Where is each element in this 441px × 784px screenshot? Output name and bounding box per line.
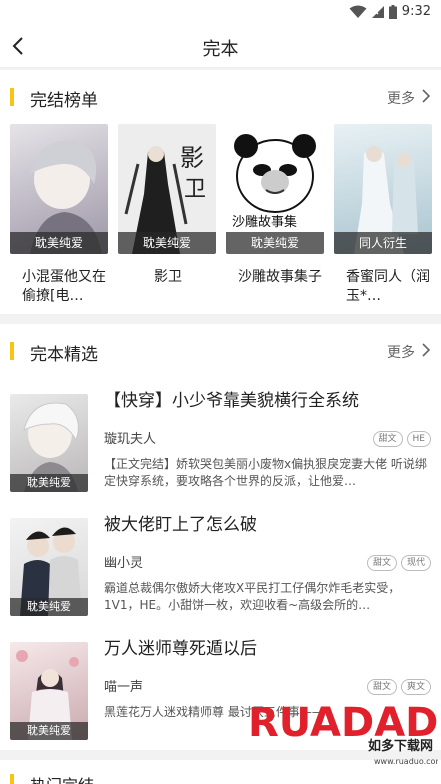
wifi-icon	[349, 5, 367, 18]
book-tag: HE	[406, 431, 431, 447]
book-tag: 甜文	[366, 555, 397, 571]
clock-time: 9:32	[401, 4, 431, 19]
book-title[interactable]: 被大佬盯上了怎么破	[104, 510, 430, 535]
book-title[interactable]: 万人迷师尊死遁以后	[104, 634, 430, 659]
book-cover[interactable]: 耽美纯爱	[10, 518, 88, 616]
ranking-book-name[interactable]: 香蜜同人（润玉*…	[346, 268, 434, 306]
genre-tag: 耽美纯爱	[118, 232, 216, 254]
chevron-right-icon[interactable]	[421, 342, 431, 358]
ranking-book-name[interactable]: 影卫	[154, 268, 242, 287]
ranking-title: 完结榜单	[30, 91, 98, 111]
page-title: 完本	[202, 39, 239, 60]
selected-more-link[interactable]: 更多	[387, 342, 415, 362]
section-accent-bar	[10, 774, 14, 784]
book-cover[interactable]: 耽美纯爱	[10, 124, 108, 254]
book-tag: 现代	[400, 555, 431, 571]
svg-text:影: 影	[180, 144, 204, 172]
book-author[interactable]: 喵一声	[104, 676, 143, 695]
selected-section: 完本精选 更多 耽美纯爱 【快穿】小少爷靠美貌横行全系统 璇玑夫人 甜文 HE 【…	[0, 324, 441, 750]
book-cover[interactable]: 耽美纯爱	[10, 394, 88, 492]
watermark-sub: 如多下载网	[368, 738, 433, 754]
book-cover[interactable]: 耽美纯爱	[10, 642, 88, 740]
watermark-url: www.ruaduo.com	[374, 757, 438, 766]
ranking-book-name[interactable]: 小混蛋他又在偷撩[电…	[22, 268, 110, 306]
status-bar: 9:32	[0, 0, 441, 24]
hot-title: 热门完结	[30, 772, 94, 784]
ranking-section: 完结榜单 更多 耽美纯爱 小混蛋他又在偷撩[电… 影 卫 耽美纯爱 影卫 沙雕故…	[0, 70, 441, 314]
chevron-right-icon[interactable]	[421, 88, 431, 104]
signal-off-icon	[372, 6, 384, 18]
selected-title: 完本精选	[30, 345, 98, 365]
book-description: 【正文完结】娇软哭包美丽小废物x偏执狠戾宠妻大佬 听说绑定快穿系统，要攻略各个世…	[104, 457, 427, 488]
book-list-item[interactable]: 耽美纯爱 【快穿】小少爷靠美貌横行全系统 璇玑夫人 甜文 HE 【正文完结】娇软哭…	[0, 386, 441, 508]
svg-text:卫: 卫	[184, 177, 206, 202]
selected-header: 完本精选 更多	[0, 324, 441, 378]
watermark-logo: RUADADO 如多下载网 www.ruaduo.com	[248, 700, 438, 766]
book-list-item[interactable]: 耽美纯爱 被大佬盯上了怎么破 幽小灵 甜文 现代 霸道总裁偶尔傲娇大佬攻X平民打工…	[0, 510, 441, 632]
ranking-more-link[interactable]: 更多	[387, 88, 415, 108]
section-accent-bar	[10, 342, 14, 360]
top-bar: 完本	[0, 24, 441, 68]
genre-tag: 耽美纯爱	[10, 474, 88, 492]
book-tag: 甜文	[372, 431, 403, 447]
section-accent-bar	[10, 88, 14, 106]
book-cover[interactable]: 同人衍生	[334, 124, 432, 254]
genre-tag: 耽美纯爱	[10, 598, 88, 616]
battery-icon	[389, 5, 397, 19]
genre-tag: 耽美纯爱	[226, 232, 324, 254]
book-cover[interactable]: 沙雕故事集 耽美纯爱	[226, 124, 324, 254]
book-cover[interactable]: 影 卫 耽美纯爱	[118, 124, 216, 254]
book-tags: 甜文 HE	[369, 426, 431, 447]
book-tags: 甜文 现代	[363, 550, 431, 571]
book-author[interactable]: 璇玑夫人	[104, 428, 156, 447]
genre-tag: 耽美纯爱	[10, 232, 108, 254]
genre-tag: 同人衍生	[334, 232, 432, 254]
book-author[interactable]: 幽小灵	[104, 552, 143, 571]
svg-text:沙雕故事集: 沙雕故事集	[232, 214, 297, 230]
genre-tag: 耽美纯爱	[10, 722, 88, 740]
ranking-header: 完结榜单 更多	[0, 70, 441, 124]
ranking-book-name[interactable]: 沙雕故事集子	[238, 268, 326, 287]
book-title[interactable]: 【快穿】小少爷靠美貌横行全系统	[104, 386, 430, 411]
book-description: 霸道总裁偶尔傲娇大佬攻X平民打工仔偶尔炸毛老实受，1V1，HE。小甜饼一枚，欢迎…	[104, 581, 401, 612]
